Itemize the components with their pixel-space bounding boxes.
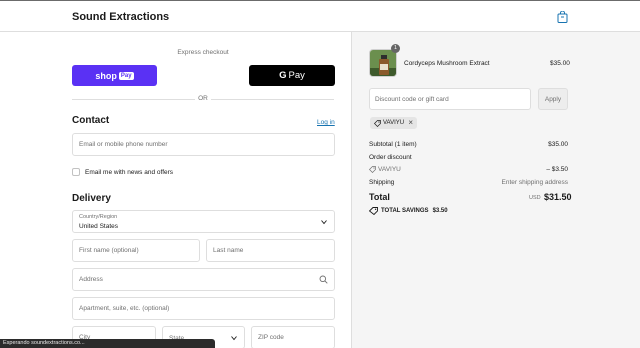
savings-value: $3.50: [432, 208, 448, 214]
newsletter-checkbox[interactable]: [72, 168, 80, 176]
country-value: United States: [79, 223, 119, 230]
apartment-field[interactable]: Apartment, suite, etc. (optional): [72, 297, 335, 320]
last-name-field[interactable]: Last name: [206, 239, 335, 262]
product-price: $35.00: [550, 60, 570, 67]
shop-pay-pill: Pay: [118, 71, 134, 80]
address-field[interactable]: Address: [72, 268, 335, 291]
zip-field[interactable]: ZIP code: [251, 326, 335, 348]
order-summary-panel: [351, 32, 640, 348]
total-savings: TOTAL SAVINGS $3.50: [369, 207, 448, 215]
google-pay-button[interactable]: G Pay: [249, 65, 335, 86]
apartment-placeholder: Apartment, suite, etc. (optional): [79, 305, 170, 312]
search-icon: [319, 275, 328, 284]
chevron-down-icon: [321, 220, 327, 225]
email-placeholder: Email or mobile phone number: [79, 141, 168, 148]
remove-discount-close-icon[interactable]: ×: [408, 118, 413, 127]
shop-pay-button[interactable]: shop Pay: [72, 65, 157, 86]
tag-icon: [374, 119, 381, 127]
contact-title: Contact: [72, 115, 110, 126]
total-label: Total: [369, 192, 390, 202]
google-pay-text: Pay: [288, 70, 305, 81]
discount-placeholder: Discount code or gift card: [375, 95, 449, 103]
last-name-placeholder: Last name: [213, 247, 244, 254]
shipping-value: Enter shipping address: [501, 179, 569, 186]
first-name-field[interactable]: First name (optional): [72, 239, 200, 262]
newsletter-label: Email me with news and offers: [85, 169, 174, 176]
express-checkout-label: Express checkout: [177, 49, 229, 56]
product-bottle-icon: [370, 50, 396, 76]
applied-discount-chip: VAVIYU ×: [370, 117, 417, 129]
subtotal-value: $35.00: [548, 141, 568, 148]
shop-pay-text: shop: [95, 70, 117, 81]
discount-code-field[interactable]: Discount code or gift card: [369, 88, 531, 110]
shopping-bag-icon[interactable]: [557, 11, 568, 23]
country-label: Country/Region: [79, 214, 118, 220]
country-select[interactable]: Country/Region United States: [72, 210, 335, 233]
savings-tag-icon: [369, 207, 378, 215]
delivery-title: Delivery: [72, 193, 111, 204]
google-g-icon: G: [279, 70, 287, 81]
total-currency: USD: [529, 195, 541, 201]
tag-icon: [369, 166, 376, 173]
address-placeholder: Address: [79, 276, 103, 283]
first-name-placeholder: First name (optional): [79, 247, 139, 254]
total-value: $31.50: [544, 192, 572, 202]
or-text: OR: [195, 95, 211, 102]
chevron-down-icon: [231, 336, 237, 341]
savings-label: TOTAL SAVINGS: [381, 208, 429, 214]
browser-status-bar: Esperando soundextractions.co...: [0, 339, 215, 348]
zip-placeholder: ZIP code: [258, 334, 284, 341]
product-name: Cordyceps Mushroom Extract: [404, 60, 490, 67]
discount-code-row: VAVIYU: [369, 166, 401, 173]
discount-code-text: VAVIYU: [378, 166, 401, 173]
applied-code-text: VAVIYU: [383, 120, 405, 126]
brand-logo[interactable]: Sound Extractions: [72, 11, 169, 23]
email-field[interactable]: Email or mobile phone number: [72, 133, 335, 156]
discount-value: – $3.50: [546, 166, 568, 173]
header: Sound Extractions: [0, 0, 640, 32]
login-link[interactable]: Log in: [317, 119, 335, 126]
subtotal-label: Subtotal (1 item): [369, 141, 417, 148]
quantity-badge: 1: [391, 44, 400, 53]
apply-button[interactable]: Apply: [538, 88, 568, 110]
shipping-label: Shipping: [369, 179, 395, 186]
product-image: [369, 49, 397, 77]
order-discount-label: Order discount: [369, 154, 412, 161]
